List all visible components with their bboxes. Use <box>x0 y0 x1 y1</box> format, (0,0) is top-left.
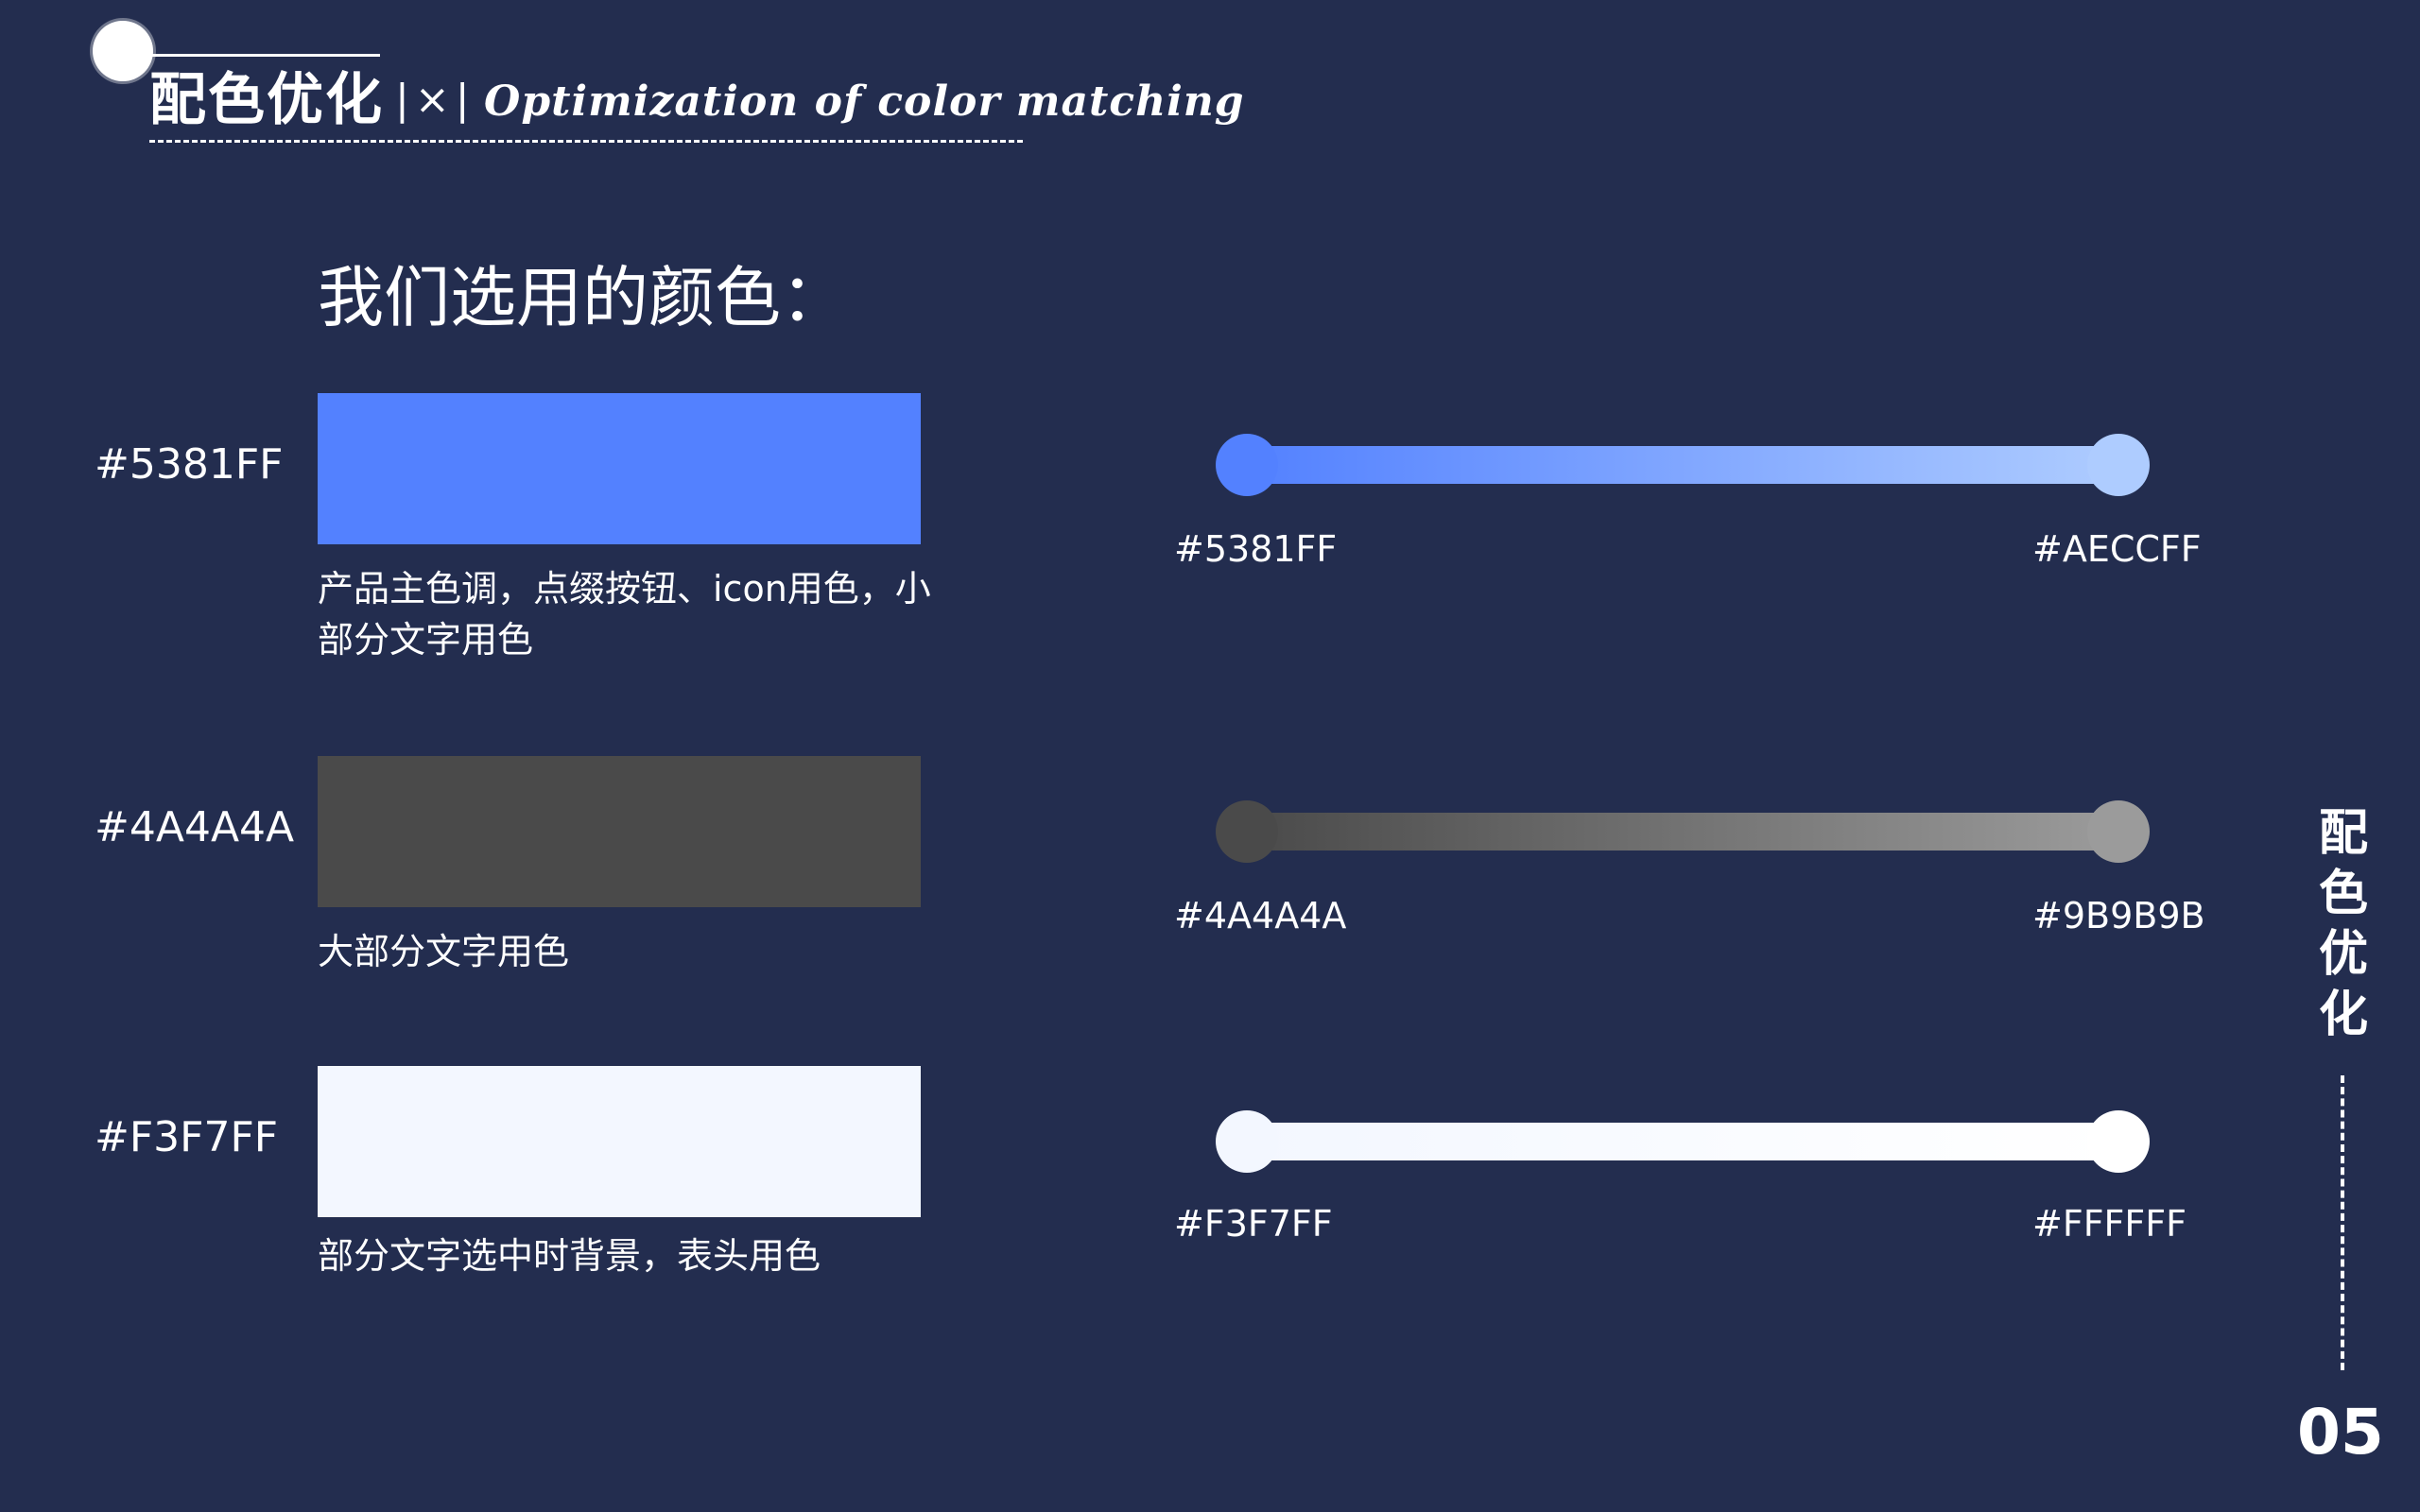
gradient-end-dot-text <box>2087 800 2150 863</box>
section-heading: 我们选用的颜色： <box>318 259 847 336</box>
gradient-end-label-text: #9B9B9B <box>2032 895 2205 936</box>
color-swatch-primary <box>318 393 921 544</box>
swatch-hex-label-background: #F3F7FF <box>95 1113 279 1161</box>
swatch-description-primary: 产品主色调，点缀按钮、icon用色，小部分文字用色 <box>318 568 931 661</box>
title-underline-divider <box>149 140 1023 143</box>
page-title-english: Optimization of color matching <box>484 77 1245 126</box>
page-title: 配色优化 <box>149 67 384 133</box>
gradient-bar-background <box>1246 1123 2119 1160</box>
gradient-end-label-background: #FFFFFF <box>2032 1203 2187 1245</box>
gradient-end-label-primary: #AECCFF <box>2032 528 2202 570</box>
header-decoration-circle <box>93 21 153 81</box>
gradient-start-label-background: #F3F7FF <box>1174 1203 1333 1245</box>
gradient-end-dot-background <box>2087 1110 2150 1173</box>
gradient-start-dot-background <box>1216 1110 1278 1173</box>
side-vertical-title: 配色优化 <box>2318 805 2368 1043</box>
page-number: 05 <box>2297 1396 2384 1469</box>
title-separator: |×| <box>395 76 475 124</box>
swatch-description-background: 部分文字选中时背景，表头用色 <box>318 1235 821 1277</box>
gradient-bar-primary <box>1246 446 2119 484</box>
color-swatch-background <box>318 1066 921 1217</box>
swatch-hex-label-text: #4A4A4A <box>95 803 295 851</box>
swatch-hex-label-primary: #5381FF <box>95 440 284 489</box>
color-swatch-text <box>318 756 921 907</box>
gradient-start-label-primary: #5381FF <box>1174 528 1338 570</box>
gradient-start-dot-text <box>1216 800 1278 863</box>
gradient-start-label-text: #4A4A4A <box>1174 895 1347 936</box>
swatch-description-text: 大部分文字用色 <box>318 931 570 972</box>
gradient-start-dot-primary <box>1216 434 1278 496</box>
header-decoration-line <box>151 54 380 57</box>
side-dashed-divider <box>2341 1075 2344 1370</box>
gradient-end-dot-primary <box>2087 434 2150 496</box>
gradient-bar-text <box>1246 813 2119 850</box>
